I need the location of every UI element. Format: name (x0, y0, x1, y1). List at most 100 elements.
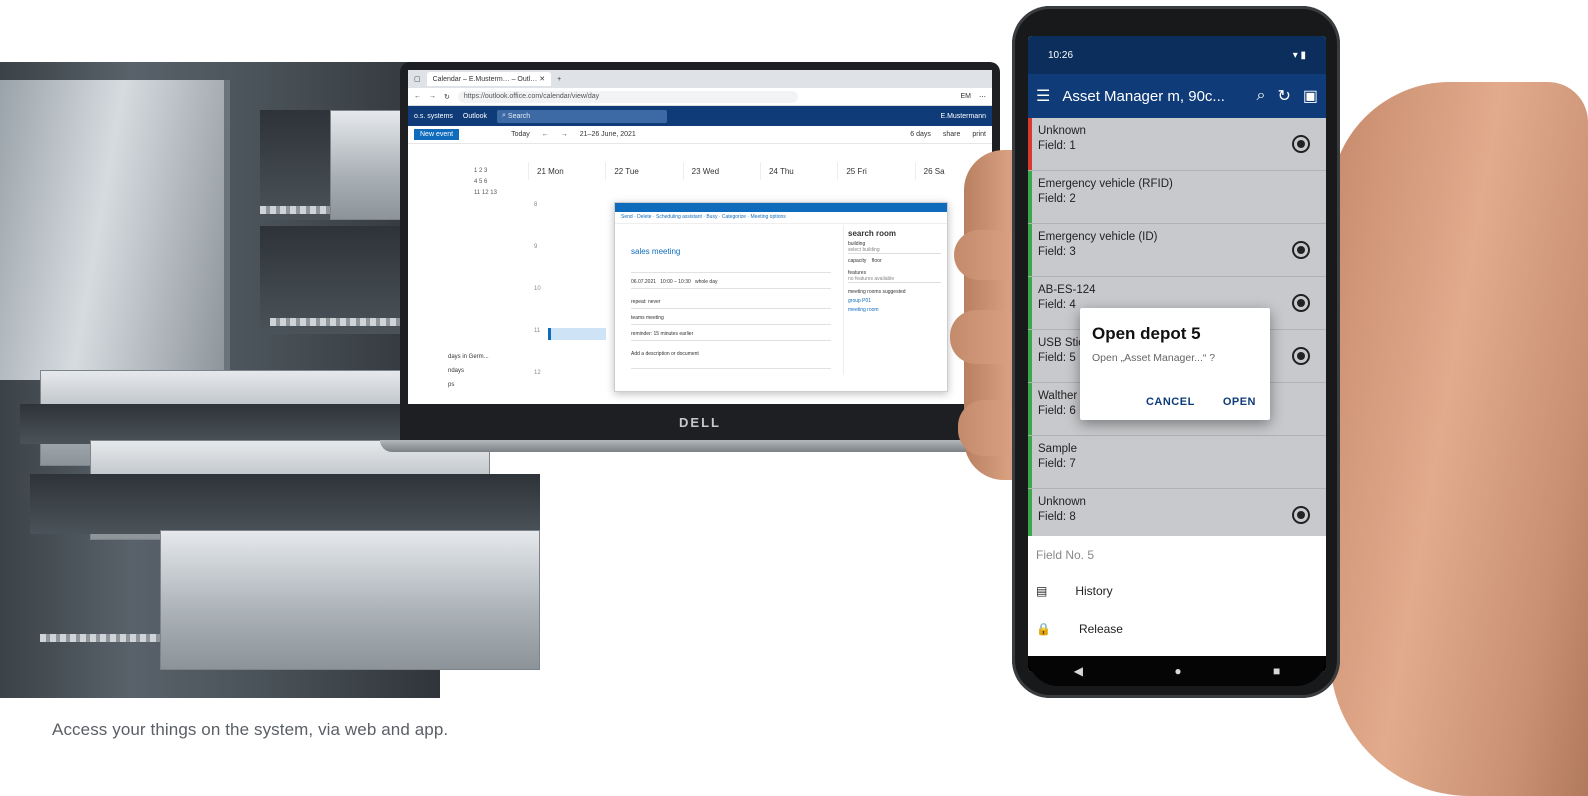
day-header[interactable]: 24 Thu (759, 162, 837, 180)
event-start: 10:00 (660, 279, 673, 285)
calendar-list-item[interactable]: ndays (448, 364, 489, 378)
share-button[interactable]: share (943, 131, 961, 138)
browser-tab[interactable]: Calendar – E.Musterm… – Outl… ✕ (426, 72, 552, 86)
history-action[interactable]: ▤ History (1036, 584, 1113, 598)
caption: Access your things on the system, via we… (52, 720, 449, 739)
hour-labels: 8 9 10 11 12 (534, 184, 541, 394)
forward-arrow-icon[interactable]: → (429, 93, 436, 100)
hour-label: 10 (534, 286, 541, 292)
view-select[interactable]: 6 days (910, 131, 931, 138)
cancel-button[interactable]: CANCEL (1146, 396, 1195, 408)
mini-calendar-row[interactable]: 11 12 13 (474, 188, 524, 199)
hour-label: 12 (534, 370, 541, 376)
app-name: Outlook (462, 112, 488, 120)
item-name: Emergency vehicle (ID) (1038, 231, 1158, 243)
laptop-base (380, 440, 1020, 452)
status-bar: 10:26 ▾ ▮ (1028, 36, 1326, 74)
radio-icon[interactable] (1292, 506, 1310, 524)
day-header[interactable]: 22 Tue (605, 162, 682, 180)
back-nav-icon[interactable]: ◀ (1074, 664, 1083, 678)
hand (1330, 82, 1588, 796)
event-editor-toolbar[interactable]: Send · Delete · Scheduling assistant · B… (615, 212, 947, 224)
window-icon: ▢ (414, 76, 421, 83)
list-item[interactable]: Unknown Field: 1 (1028, 118, 1326, 171)
date-time-row[interactable]: 06.07.2021 10:00 – 10:30 whole day (631, 279, 831, 289)
refresh-icon[interactable]: ↻ (1277, 86, 1290, 106)
reminder-select[interactable]: reminder: 15 minutes earlier (631, 331, 831, 341)
mini-calendar-row[interactable]: 4 5 6 (474, 177, 524, 188)
menu-icon[interactable]: ☰ (1036, 86, 1050, 106)
more-icon[interactable]: ⋯ (979, 93, 986, 101)
attendees-field[interactable] (631, 263, 831, 273)
day-header[interactable]: 23 Wed (682, 162, 760, 180)
radio-icon[interactable] (1292, 347, 1310, 365)
status-bar-indicator (1028, 383, 1032, 435)
today-button[interactable]: Today (511, 131, 530, 138)
room-finder-title: search room (848, 229, 897, 238)
event-title-field[interactable]: sales meeting (631, 247, 680, 256)
list-item[interactable]: Emergency vehicle (ID) Field: 3 (1028, 224, 1326, 277)
features-select[interactable]: no features available (848, 276, 941, 283)
day-header[interactable]: 21 Mon (528, 162, 605, 180)
repeat-select[interactable]: repeat: never (631, 299, 831, 309)
radio-icon[interactable] (1292, 135, 1310, 153)
browser-tab-strip: ▢ Calendar – E.Musterm… – Outl… ✕ + (408, 70, 992, 88)
new-event-button[interactable]: New event (414, 129, 460, 140)
room-suggestion[interactable]: group P01 (848, 298, 941, 304)
list-item[interactable]: Sample Field: 7 (1028, 436, 1326, 489)
item-field: Field: 7 (1038, 458, 1076, 470)
release-action[interactable]: 🔒 Release (1036, 622, 1123, 636)
search-placeholder: Search (507, 112, 531, 120)
hour-label: 9 (534, 244, 538, 250)
print-button[interactable]: print (972, 131, 986, 138)
status-bar-indicator (1028, 171, 1032, 223)
copy-icon[interactable]: ▣ (1303, 86, 1318, 106)
laptop-lid: ▢ Calendar – E.Musterm… – Outl… ✕ + ← → … (400, 62, 1000, 440)
building-select[interactable]: select building (848, 247, 941, 254)
lock-icon: 🔒 (1036, 622, 1051, 636)
profile-avatar[interactable]: EM (961, 93, 972, 100)
list-item[interactable]: Unknown Field: 8 (1028, 489, 1326, 542)
room-finder-panel: search room building select building cap… (843, 225, 945, 375)
radio-icon[interactable] (1292, 294, 1310, 312)
item-field: Field: 8 (1038, 511, 1076, 523)
field-number-label: Field No. 5 (1036, 548, 1095, 562)
prev-arrow-icon[interactable]: ← (542, 131, 549, 138)
day-header[interactable]: 25 Fri (837, 162, 914, 180)
address-bar[interactable]: https://outlook.office.com/calendar/view… (457, 90, 798, 103)
room-suggestion[interactable]: meeting room (848, 307, 941, 313)
calendar-list-item[interactable]: ps (448, 378, 489, 392)
teams-meeting-toggle[interactable]: teams meeting (631, 315, 831, 325)
user-name[interactable]: E.Mustermann (940, 113, 986, 120)
search-input[interactable]: ⌕ Search (497, 109, 668, 123)
item-name: Sample (1038, 443, 1077, 455)
history-icon: ▤ (1036, 584, 1048, 598)
back-arrow-icon[interactable]: ← (414, 93, 421, 100)
event-editor-header (615, 203, 947, 212)
calendar-list: days in Germ... ndays ps (448, 350, 489, 392)
calendar-event-block[interactable] (548, 328, 606, 340)
calendar-list-item[interactable]: days in Germ... (448, 350, 489, 364)
app-title: Asset Manager m, 90c... (1062, 87, 1225, 105)
phone-screen: 10:26 ▾ ▮ ☰ Asset Manager m, 90c... ⌕ ↻ … (1028, 36, 1326, 672)
history-label: History (1075, 584, 1113, 598)
radio-icon[interactable] (1292, 241, 1310, 259)
laptop: ▢ Calendar – E.Musterm… – Outl… ✕ + ← → … (380, 62, 1020, 474)
dialog-title: Open depot 5 (1092, 324, 1201, 343)
list-item[interactable]: Emergency vehicle (RFID) Field: 2 (1028, 171, 1326, 224)
recents-nav-icon[interactable]: ■ (1273, 664, 1280, 678)
home-nav-icon[interactable]: ● (1174, 664, 1181, 678)
date-range[interactable]: 21–26 June, 2021 (580, 131, 636, 138)
next-arrow-icon[interactable]: → (561, 131, 568, 138)
reload-icon[interactable]: ↻ (444, 93, 450, 101)
mini-calendar-row[interactable]: 1 2 3 (474, 166, 524, 177)
description-field[interactable]: Add a description or document (631, 351, 831, 369)
search-icon[interactable]: ⌕ (1257, 87, 1266, 105)
calendar-command-bar: New event Today ← → 21–26 June, 2021 6 d… (408, 126, 992, 144)
mini-calendar: 1 2 3 4 5 6 11 12 13 (474, 166, 524, 199)
dialog-actions: CANCEL OPEN (1146, 396, 1256, 408)
day-header-row: 21 Mon 22 Tue 23 Wed 24 Thu 25 Fri 26 Sa (528, 162, 992, 180)
new-tab-icon[interactable]: + (557, 76, 561, 83)
status-bar-indicator (1028, 277, 1032, 329)
open-button[interactable]: OPEN (1223, 396, 1256, 408)
